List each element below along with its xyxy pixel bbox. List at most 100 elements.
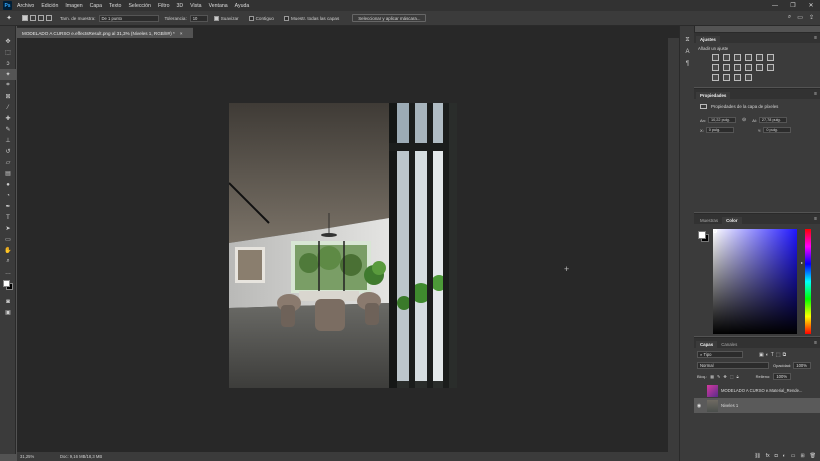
tab-propiedades[interactable]: Propiedades xyxy=(696,92,731,99)
magic-wand-tool-preset-icon[interactable]: ✦ xyxy=(0,14,18,22)
hue-slider[interactable] xyxy=(805,229,811,334)
filter-pixel-icon[interactable]: ▣ xyxy=(759,352,764,358)
photo-filter-icon[interactable] xyxy=(734,64,741,71)
select-mask-button[interactable]: Seleccionar y aplicar máscara... xyxy=(352,14,427,22)
gradient-map-icon[interactable] xyxy=(734,74,741,81)
rectangle-tool-icon[interactable]: ▭ xyxy=(0,234,16,245)
search-icon[interactable]: ⌕ xyxy=(788,14,791,21)
subtract-selection-icon[interactable] xyxy=(38,15,44,21)
channel-mixer-icon[interactable] xyxy=(745,64,752,71)
brush-tool-icon[interactable]: ✎ xyxy=(0,124,16,135)
link-layers-icon[interactable]: ⛓ xyxy=(754,453,760,459)
clone-stamp-icon[interactable]: ⊥ xyxy=(0,135,16,146)
height-field[interactable]: 27,78 pulg. xyxy=(758,117,787,123)
more-tools-icon[interactable]: … xyxy=(0,267,16,278)
history-brush-icon[interactable]: ↺ xyxy=(0,146,16,157)
curves-icon[interactable] xyxy=(734,54,741,61)
hue-icon[interactable] xyxy=(767,54,774,61)
new-selection-icon[interactable] xyxy=(22,15,28,21)
panel-menu-icon[interactable]: ≡ xyxy=(814,340,817,346)
type-tool-icon[interactable]: T xyxy=(0,212,16,223)
frame-tool-icon[interactable]: ⊠ xyxy=(0,91,16,102)
menu-3d[interactable]: 3D xyxy=(176,3,183,9)
menu-seleccion[interactable]: Selección xyxy=(128,3,151,9)
panel-menu-icon[interactable]: ≡ xyxy=(814,91,817,97)
hand-tool-icon[interactable]: ✋ xyxy=(0,245,16,256)
filter-type-icon[interactable]: T xyxy=(771,352,774,358)
intersect-selection-icon[interactable] xyxy=(46,15,52,21)
opacity-input[interactable]: 100% xyxy=(793,362,812,369)
restore-button[interactable]: ❐ xyxy=(784,0,802,11)
new-layer-icon[interactable]: ⊞ xyxy=(800,453,804,459)
menu-filtro[interactable]: Filtro xyxy=(158,3,170,9)
visibility-eye-icon[interactable]: ◉ xyxy=(694,403,704,409)
fg-color-chip[interactable] xyxy=(698,231,706,239)
posterize-icon[interactable] xyxy=(712,74,719,81)
levels-icon[interactable] xyxy=(723,54,730,61)
lock-all-icon[interactable]: 🔒︎ xyxy=(737,374,739,379)
history-panel-icon[interactable]: ⧖ xyxy=(680,34,695,46)
new-adjustment-icon[interactable]: ◐ xyxy=(783,453,786,459)
dodge-tool-icon[interactable]: ◔ xyxy=(0,190,16,201)
pen-tool-icon[interactable]: ✒ xyxy=(0,201,16,212)
paragraph-panel-icon[interactable]: ¶ xyxy=(680,58,695,70)
foreground-color-swatch[interactable] xyxy=(3,280,10,287)
y-field[interactable]: 0 pulg. xyxy=(763,127,792,133)
lasso-tool-icon[interactable]: ↄ xyxy=(0,58,16,69)
color-picker-handle[interactable] xyxy=(713,229,717,233)
menu-ventana[interactable]: Ventana xyxy=(209,3,228,9)
exposure-icon[interactable] xyxy=(745,54,752,61)
add-selection-icon[interactable] xyxy=(30,15,36,21)
healing-brush-icon[interactable]: ✚ xyxy=(0,113,16,124)
menu-texto[interactable]: Texto xyxy=(109,3,121,9)
contiguous-checkbox[interactable] xyxy=(248,15,254,21)
menu-archivo[interactable]: Archivo xyxy=(17,3,34,9)
sample-size-select[interactable]: De 1 punto xyxy=(98,14,159,22)
eraser-tool-icon[interactable]: ▱ xyxy=(0,157,16,168)
magic-wand-tool-icon[interactable]: ✦ xyxy=(0,69,16,80)
menu-ayuda[interactable]: Ayuda xyxy=(235,3,250,9)
selective-color-icon[interactable] xyxy=(745,74,752,81)
minimize-button[interactable]: — xyxy=(766,0,784,11)
quick-mask-icon[interactable]: ◙ xyxy=(0,296,16,307)
lock-move-icon[interactable]: ✥ xyxy=(723,374,726,379)
smooth-checkbox[interactable] xyxy=(213,15,219,21)
fx-icon[interactable]: fx xyxy=(766,453,770,459)
panel-menu-icon[interactable]: ≡ xyxy=(814,216,817,222)
move-tool-icon[interactable]: ✥ xyxy=(0,36,16,47)
invert-icon[interactable] xyxy=(767,64,774,71)
blur-tool-icon[interactable]: ● xyxy=(0,179,16,190)
layer-filter-select[interactable]: ⌕ Tipo xyxy=(697,351,743,358)
color-field[interactable] xyxy=(713,229,797,334)
tab-ajustes[interactable]: Ajustes xyxy=(696,36,720,43)
tab-capas[interactable]: Capas xyxy=(696,341,718,348)
gradient-tool-icon[interactable]: ▤ xyxy=(0,168,16,179)
lock-transparency-icon[interactable]: ▦ xyxy=(710,374,714,379)
hue-slider-handle[interactable]: ▸ xyxy=(801,260,803,265)
color-lookup-icon[interactable] xyxy=(756,64,763,71)
layer-row[interactable]: ◉ Niveles 1 xyxy=(694,398,820,413)
filter-shape-icon[interactable]: ⬚ xyxy=(776,352,781,358)
layer-row[interactable]: MODELADO A CURSO e.Material_Rende... xyxy=(694,383,820,398)
workspace-icon[interactable]: ▭ xyxy=(797,14,803,21)
panel-menu-icon[interactable]: ≡ xyxy=(814,35,817,41)
blend-mode-select[interactable]: Normal xyxy=(697,362,769,369)
character-panel-icon[interactable]: A xyxy=(680,46,695,58)
x-field[interactable]: 0 pulg. xyxy=(705,127,734,133)
threshold-icon[interactable] xyxy=(723,74,730,81)
lock-paint-icon[interactable]: ✎ xyxy=(717,374,720,379)
menu-edicion[interactable]: Edición xyxy=(41,3,58,9)
filter-adjust-icon[interactable]: ◐ xyxy=(766,352,769,358)
vertical-scrollbar[interactable] xyxy=(668,38,679,452)
tab-muestras[interactable]: Muestras xyxy=(696,217,722,224)
new-group-icon[interactable]: ▭ xyxy=(791,453,796,459)
tab-color[interactable]: Color xyxy=(722,217,742,224)
fill-input[interactable]: 100% xyxy=(773,373,792,380)
bw-icon[interactable] xyxy=(723,64,730,71)
menu-vista[interactable]: Vista xyxy=(190,3,201,9)
all-layers-checkbox[interactable] xyxy=(283,15,289,21)
close-tab-icon[interactable]: × xyxy=(180,31,183,36)
layer-name[interactable]: MODELADO A CURSO e.Material_Rende... xyxy=(721,388,802,393)
document-image[interactable] xyxy=(229,103,457,388)
menu-capa[interactable]: Capa xyxy=(90,3,102,9)
